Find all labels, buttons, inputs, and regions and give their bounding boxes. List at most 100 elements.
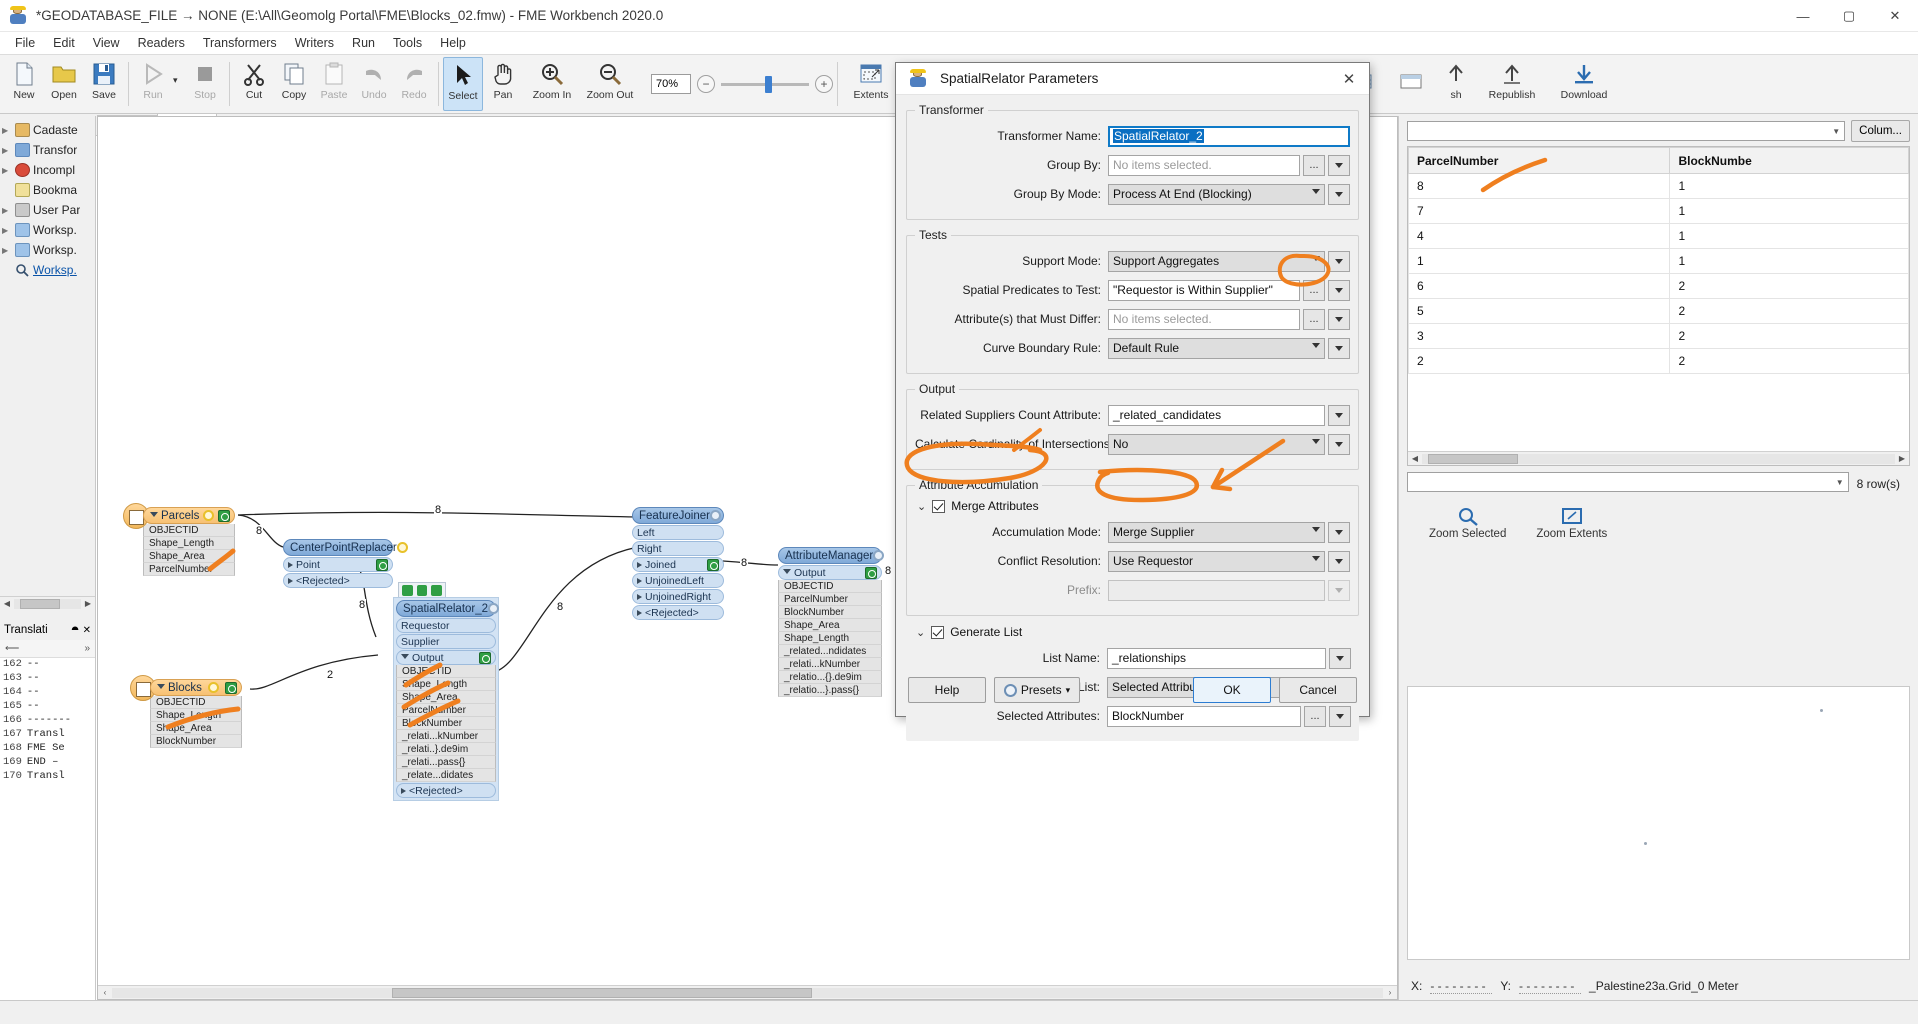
collapse-chevron-icon[interactable] bbox=[401, 653, 409, 662]
menu-help[interactable]: Help bbox=[431, 34, 475, 52]
sidebar-item-workspace-1[interactable]: ▶ Worksp. bbox=[2, 220, 95, 240]
zoom-extents-button[interactable]: Zoom Extents bbox=[1536, 506, 1607, 540]
sidebar-item-workspace-search[interactable]: Worksp. bbox=[2, 260, 95, 280]
toolbar-paste-button[interactable]: Paste bbox=[314, 57, 354, 111]
toolbar-open-button[interactable]: Open bbox=[44, 57, 84, 111]
chevron-down-icon[interactable]: ⌄ bbox=[917, 500, 926, 513]
expand-chevron-icon[interactable]: ▶ bbox=[2, 206, 12, 215]
ok-button[interactable]: OK bbox=[1193, 677, 1271, 703]
toolbar-zoom-out-button[interactable]: Zoom Out bbox=[581, 57, 639, 111]
zoom-slider-knob[interactable] bbox=[765, 75, 772, 93]
attributes-must-differ-input[interactable]: No items selected. bbox=[1108, 308, 1300, 330]
toolbar-republish-button[interactable]: Republish bbox=[1476, 57, 1548, 111]
toolbar-undo-button[interactable]: Undo bbox=[354, 57, 394, 111]
expand-chevron-icon[interactable]: ▶ bbox=[2, 166, 12, 175]
spatialrelator-parameters-dialog[interactable]: SpatialRelator Parameters ✕ Transformer … bbox=[895, 62, 1370, 741]
menu-writers[interactable]: Writers bbox=[286, 34, 343, 52]
inspect-magnifier-icon[interactable] bbox=[707, 558, 719, 571]
zoom-level-input[interactable]: 70% bbox=[651, 74, 691, 94]
table-row[interactable]: 41 bbox=[1408, 223, 1909, 249]
inspect-magnifier-icon[interactable] bbox=[225, 681, 237, 694]
toolbar-save-button[interactable]: Save bbox=[84, 57, 124, 111]
merge-attributes-checkbox[interactable] bbox=[932, 499, 946, 513]
node-attributemanager[interactable]: AttributeManager Output OBJECTID ParcelN… bbox=[778, 547, 885, 697]
support-mode-dropdown-button[interactable] bbox=[1328, 250, 1350, 272]
sidebar-item-incomplete[interactable]: ▶ Incompl bbox=[2, 160, 95, 180]
collapse-chevron-icon[interactable] bbox=[157, 683, 165, 692]
scroll-track[interactable] bbox=[14, 598, 81, 609]
support-mode-select[interactable]: Support Aggregates bbox=[1108, 250, 1325, 272]
toolbar-new-button[interactable]: New bbox=[4, 57, 44, 111]
gear-icon[interactable] bbox=[203, 510, 215, 521]
minimize-button[interactable]: — bbox=[1780, 0, 1826, 32]
group-by-browse-button[interactable]: ... bbox=[1303, 154, 1325, 176]
node-port-joined[interactable]: Joined bbox=[632, 557, 724, 572]
toolbar-publish-button[interactable]: sh bbox=[1436, 57, 1476, 111]
expand-chevron-icon[interactable]: ▶ bbox=[2, 246, 12, 255]
node-port-right[interactable]: Right bbox=[632, 541, 724, 556]
sidebar-item-workspace-2[interactable]: ▶ Worksp. bbox=[2, 240, 95, 260]
inspect-magnifier-icon[interactable] bbox=[217, 509, 230, 522]
node-centerpointreplacer-header[interactable]: CenterPointReplacer bbox=[283, 539, 408, 556]
column-header-parcelnumber[interactable]: ParcelNumber bbox=[1408, 147, 1671, 174]
accumulation-mode-select[interactable]: Merge Supplier bbox=[1108, 521, 1325, 543]
curve-boundary-rule-select[interactable]: Default Rule bbox=[1108, 337, 1325, 359]
node-port-unjoinedright[interactable]: UnjoinedRight bbox=[632, 589, 724, 604]
scroll-left-icon[interactable]: ‹ bbox=[98, 988, 112, 997]
spatial-predicates-input[interactable]: "Requestor is Within Supplier" bbox=[1108, 279, 1300, 301]
sidebar-item-bookmarks[interactable]: Bookma bbox=[2, 180, 95, 200]
cancel-button[interactable]: Cancel bbox=[1279, 677, 1357, 703]
node-port-rejected[interactable]: <Rejected> bbox=[396, 783, 496, 798]
conflict-resolution-select[interactable]: Use Requestor bbox=[1108, 550, 1325, 572]
table-hscrollbar[interactable]: ◀ ▶ bbox=[1408, 451, 1909, 465]
table-row[interactable]: 52 bbox=[1408, 298, 1909, 324]
toolbar-pan-button[interactable]: Pan bbox=[483, 57, 523, 111]
toolbar-extents-button[interactable]: Extents bbox=[842, 57, 900, 111]
menu-file[interactable]: File bbox=[6, 34, 44, 52]
calculate-cardinality-select[interactable]: No bbox=[1108, 433, 1325, 455]
node-attributemanager-header[interactable]: AttributeManager bbox=[778, 547, 885, 564]
merge-attributes-row[interactable]: ⌄ Merge Attributes bbox=[917, 499, 1350, 513]
inspect-magnifier-icon[interactable] bbox=[376, 558, 388, 571]
log-more-icon[interactable]: » bbox=[84, 643, 90, 654]
conflict-resolution-dropdown-button[interactable] bbox=[1328, 550, 1350, 572]
display-select[interactable]: ▼ bbox=[1407, 472, 1849, 492]
maximize-button[interactable]: ▢ bbox=[1826, 0, 1872, 32]
scroll-thumb[interactable] bbox=[392, 987, 812, 998]
zoom-decrease-button[interactable]: − bbox=[697, 75, 715, 93]
node-spatialrelator[interactable]: SpatialRelator_2 Requestor Supplier Outp… bbox=[393, 597, 500, 801]
toolbar-copy-button[interactable]: Copy bbox=[274, 57, 314, 111]
node-port-output[interactable]: Output bbox=[396, 650, 496, 665]
node-mini-toolbar[interactable] bbox=[398, 582, 446, 598]
transformer-name-input[interactable]: SpatialRelator_2 bbox=[1108, 125, 1350, 147]
gear-icon[interactable] bbox=[207, 682, 219, 693]
scroll-right-icon[interactable]: › bbox=[1383, 988, 1397, 997]
expand-chevron-icon[interactable]: ▶ bbox=[2, 146, 12, 155]
table-row[interactable]: 22 bbox=[1408, 348, 1909, 374]
scroll-thumb[interactable] bbox=[20, 598, 60, 609]
node-parcels[interactable]: Parcels OBJECTID Shape_Length Shape_Area… bbox=[123, 503, 235, 576]
feature-table[interactable]: ParcelNumber BlockNumbe 81 71 41 11 62 5… bbox=[1407, 146, 1910, 466]
scroll-right-icon[interactable]: ▶ bbox=[1895, 454, 1909, 463]
group-by-dropdown-button[interactable] bbox=[1328, 154, 1350, 176]
collapse-chevron-icon[interactable] bbox=[783, 568, 791, 577]
feature-cache-icon[interactable] bbox=[416, 584, 428, 596]
curve-boundary-rule-dropdown-button[interactable] bbox=[1328, 337, 1350, 359]
inspect-magnifier-icon[interactable] bbox=[479, 651, 491, 664]
table-row[interactable]: 71 bbox=[1408, 198, 1909, 224]
spatial-predicates-browse-button[interactable]: ... bbox=[1303, 279, 1325, 301]
menu-edit[interactable]: Edit bbox=[44, 34, 84, 52]
toolbar-zoom-in-button[interactable]: Zoom In bbox=[523, 57, 581, 111]
node-featurejoiner[interactable]: FeatureJoiner Left Right Joined Unjoined… bbox=[632, 507, 724, 620]
gear-icon[interactable] bbox=[396, 542, 408, 553]
scroll-left-icon[interactable]: ◀ bbox=[0, 599, 14, 608]
scroll-thumb[interactable] bbox=[1428, 453, 1518, 464]
inspect-magnifier-icon[interactable] bbox=[865, 566, 877, 579]
menu-run[interactable]: Run bbox=[343, 34, 384, 52]
toolbar-download-button[interactable]: Download bbox=[1548, 57, 1620, 111]
toolbar-cut-button[interactable]: Cut bbox=[234, 57, 274, 111]
canvas-hscrollbar[interactable]: ‹ › bbox=[98, 985, 1397, 999]
attributes-must-differ-browse-button[interactable]: ... bbox=[1303, 308, 1325, 330]
toolbar-select-button[interactable]: Select bbox=[443, 57, 483, 111]
group-by-input[interactable]: No items selected. bbox=[1108, 154, 1300, 176]
